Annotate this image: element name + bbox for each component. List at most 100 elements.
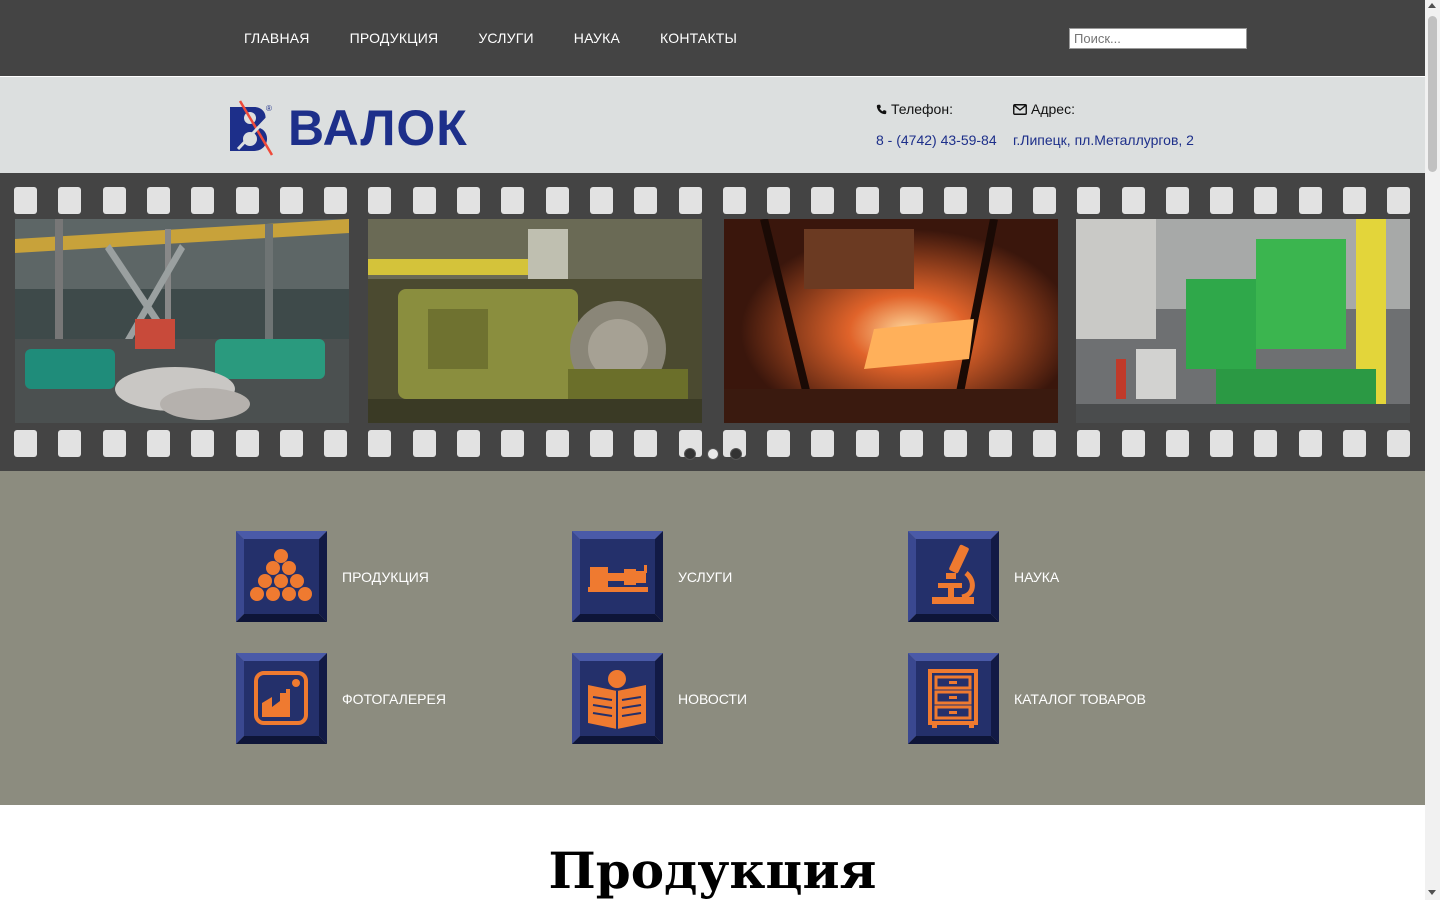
nav-item-services[interactable]: УСЛУГИ — [478, 30, 533, 46]
tile-photo-gallery-label: ФОТОГАЛЕРЕЯ — [342, 690, 446, 707]
tile-news[interactable]: НОВОСТИ — [572, 653, 747, 744]
scroll-down-arrow-icon[interactable] — [1428, 890, 1436, 895]
tile-science-label: НАУКА — [1014, 568, 1060, 585]
filmstrip-hole — [1032, 187, 1056, 214]
scroll-up-arrow-icon[interactable] — [1428, 3, 1436, 8]
lathe-icon — [572, 531, 663, 622]
tile-catalog[interactable]: КАТАЛОГ ТОВАРОВ — [908, 653, 1146, 744]
rolling-machine-photo — [368, 219, 702, 423]
address-label: Адрес: — [1031, 101, 1075, 117]
newspaper-icon — [572, 653, 663, 744]
green-machinery-photo — [1076, 219, 1410, 423]
filmstrip-hole — [634, 187, 658, 214]
catalog-cabinet-icon — [908, 653, 999, 744]
slider-dot-3[interactable] — [730, 448, 742, 460]
filmstrip-hole — [1387, 187, 1411, 214]
filmstrip-hole — [501, 430, 525, 457]
filmstrip-hole — [811, 187, 835, 214]
tile-photo-gallery[interactable]: ФОТОГАЛЕРЕЯ — [236, 653, 446, 744]
address-value: г.Липецк, пл.Металлургов, 2 — [1013, 132, 1194, 148]
slide-workshop-hall[interactable] — [15, 219, 349, 423]
filmstrip-hole — [1254, 430, 1278, 457]
page-scrollbar[interactable] — [1425, 0, 1440, 900]
filmstrip-hole — [944, 430, 968, 457]
filmstrip-hole — [900, 430, 923, 457]
filmstrip-hole — [855, 187, 879, 214]
tile-products[interactable]: ПРОДУКЦИЯ — [236, 531, 429, 622]
filmstrip-hole — [324, 187, 348, 214]
filmstrip-hole — [279, 187, 303, 214]
photo-gallery-icon — [236, 653, 327, 744]
filmstrip-hole — [944, 187, 968, 214]
filmstrip-hole — [457, 187, 480, 214]
category-tiles: ПРОДУКЦИЯ УСЛУГИ НАУКА ФОТОГАЛЕРЕЯ НОВОС… — [0, 471, 1425, 805]
tile-services-label: УСЛУГИ — [678, 568, 733, 585]
tile-catalog-label: КАТАЛОГ ТОВАРОВ — [1014, 690, 1146, 707]
slide-green-machinery[interactable] — [1076, 219, 1410, 423]
valok-logo[interactable]: ® ВАЛОК — [228, 99, 490, 157]
filmstrip-hole — [146, 187, 170, 214]
microscope-icon — [908, 531, 999, 622]
filmstrip-hole — [1298, 187, 1322, 214]
tile-news-icon-box — [572, 653, 663, 744]
filmstrip-hole — [102, 187, 126, 214]
slider-dot-1[interactable] — [684, 448, 696, 460]
filmstrip-hole — [855, 430, 879, 457]
slide-rolling-machine[interactable] — [368, 219, 702, 423]
filmstrip-hole — [457, 430, 480, 457]
filmstrip-hole — [102, 430, 126, 457]
filmstrip-hole — [1165, 430, 1189, 457]
nav-item-products[interactable]: ПРОДУКЦИЯ — [350, 30, 439, 46]
tile-science-icon-box — [908, 531, 999, 622]
filmstrip-hole — [1343, 430, 1366, 457]
filmstrip-hole — [811, 430, 835, 457]
hot-metal-furnace-photo — [724, 219, 1058, 423]
slider-dot-2[interactable] — [707, 448, 719, 460]
filmstrip-hole — [988, 430, 1012, 457]
phone-label: Телефон: — [891, 101, 953, 117]
top-navigation: ГЛАВНАЯ ПРОДУКЦИЯ УСЛУГИ НАУКА КОНТАКТЫ — [0, 0, 1425, 76]
filmstrip-hole — [324, 430, 348, 457]
scrollbar-thumb[interactable] — [1428, 16, 1437, 172]
nav-item-home[interactable]: ГЛАВНАЯ — [244, 30, 310, 46]
filmstrip-hole — [767, 187, 791, 214]
filmstrip-hole — [1077, 430, 1101, 457]
tile-science[interactable]: НАУКА — [908, 531, 1059, 622]
tile-services[interactable]: УСЛУГИ — [572, 531, 732, 622]
filmstrip-hole — [1165, 187, 1189, 214]
filmstrip-hole — [767, 430, 791, 457]
filmstrip-hole — [368, 187, 392, 214]
filmstrip-hole — [412, 430, 436, 457]
filmstrip-hole — [1077, 187, 1101, 214]
filmstrip-hole — [368, 430, 392, 457]
filmstrip-hole — [589, 187, 613, 214]
filmstrip-hole — [678, 187, 702, 214]
phone-block: Телефон: 8 - (4742) 43-59-84 — [876, 101, 997, 148]
filmstrip-hole — [722, 187, 746, 214]
filmstrip-hole — [900, 187, 923, 214]
tile-services-icon-box — [572, 531, 663, 622]
filmstrip-hole — [545, 430, 569, 457]
filmstrip-hole — [589, 430, 613, 457]
photo-slider — [0, 173, 1425, 471]
filmstrip-hole — [1343, 187, 1366, 214]
filmstrip-holes-top — [14, 187, 1414, 215]
phone-icon — [876, 104, 887, 114]
filmstrip-hole — [412, 187, 436, 214]
filmstrip-hole — [1121, 430, 1145, 457]
svg-text:®: ® — [266, 104, 272, 113]
filmstrip-hole — [1210, 430, 1234, 457]
slider-pagination — [684, 448, 742, 460]
search-input[interactable] — [1069, 28, 1247, 49]
filmstrip-hole — [146, 430, 170, 457]
rolls-stack-icon — [236, 531, 327, 622]
filmstrip-hole — [235, 430, 259, 457]
filmstrip-hole — [235, 187, 259, 214]
slide-hot-metal-furnace[interactable] — [724, 219, 1058, 423]
nav-item-contacts[interactable]: КОНТАКТЫ — [660, 30, 737, 46]
phone-number[interactable]: 8 - (4742) 43-59-84 — [876, 132, 997, 148]
filmstrip-hole — [191, 187, 215, 214]
filmstrip-hole — [14, 430, 37, 457]
filmstrip-hole — [1032, 430, 1056, 457]
nav-item-science[interactable]: НАУКА — [574, 30, 620, 46]
